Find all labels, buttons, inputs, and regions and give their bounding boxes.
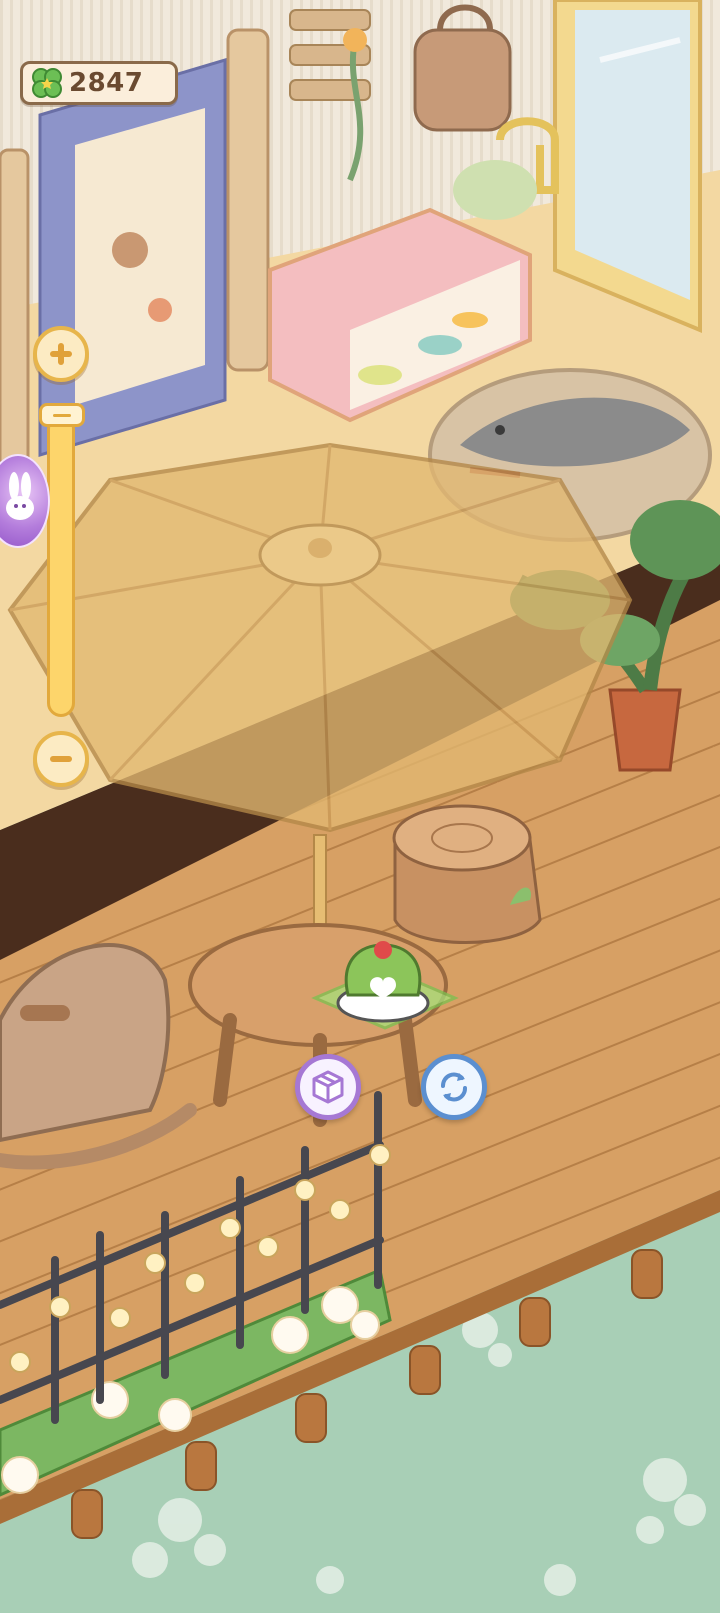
minus-icon <box>50 756 72 762</box>
currency-display[interactable]: 2847 <box>20 61 178 105</box>
box-icon <box>312 1070 344 1104</box>
rotate-icon <box>441 1072 467 1102</box>
zoom-in-button[interactable] <box>33 326 89 382</box>
bunny-icon <box>6 472 34 520</box>
zoom-out-button[interactable] <box>33 731 89 787</box>
currency-amount: 2847 <box>69 68 144 98</box>
zoom-slider-handle[interactable] <box>39 403 85 427</box>
plus-icon <box>50 343 72 365</box>
game-scene[interactable] <box>0 0 720 1608</box>
clover-icon <box>32 68 62 98</box>
wall-frame[interactable] <box>38 57 227 458</box>
tree-stump[interactable] <box>392 804 542 944</box>
window <box>553 0 702 333</box>
store-item-button[interactable] <box>295 1054 361 1120</box>
zoom-slider-track[interactable] <box>47 415 75 717</box>
rotate-item-button[interactable] <box>421 1054 487 1120</box>
side-menu-bubble[interactable] <box>0 454 50 548</box>
